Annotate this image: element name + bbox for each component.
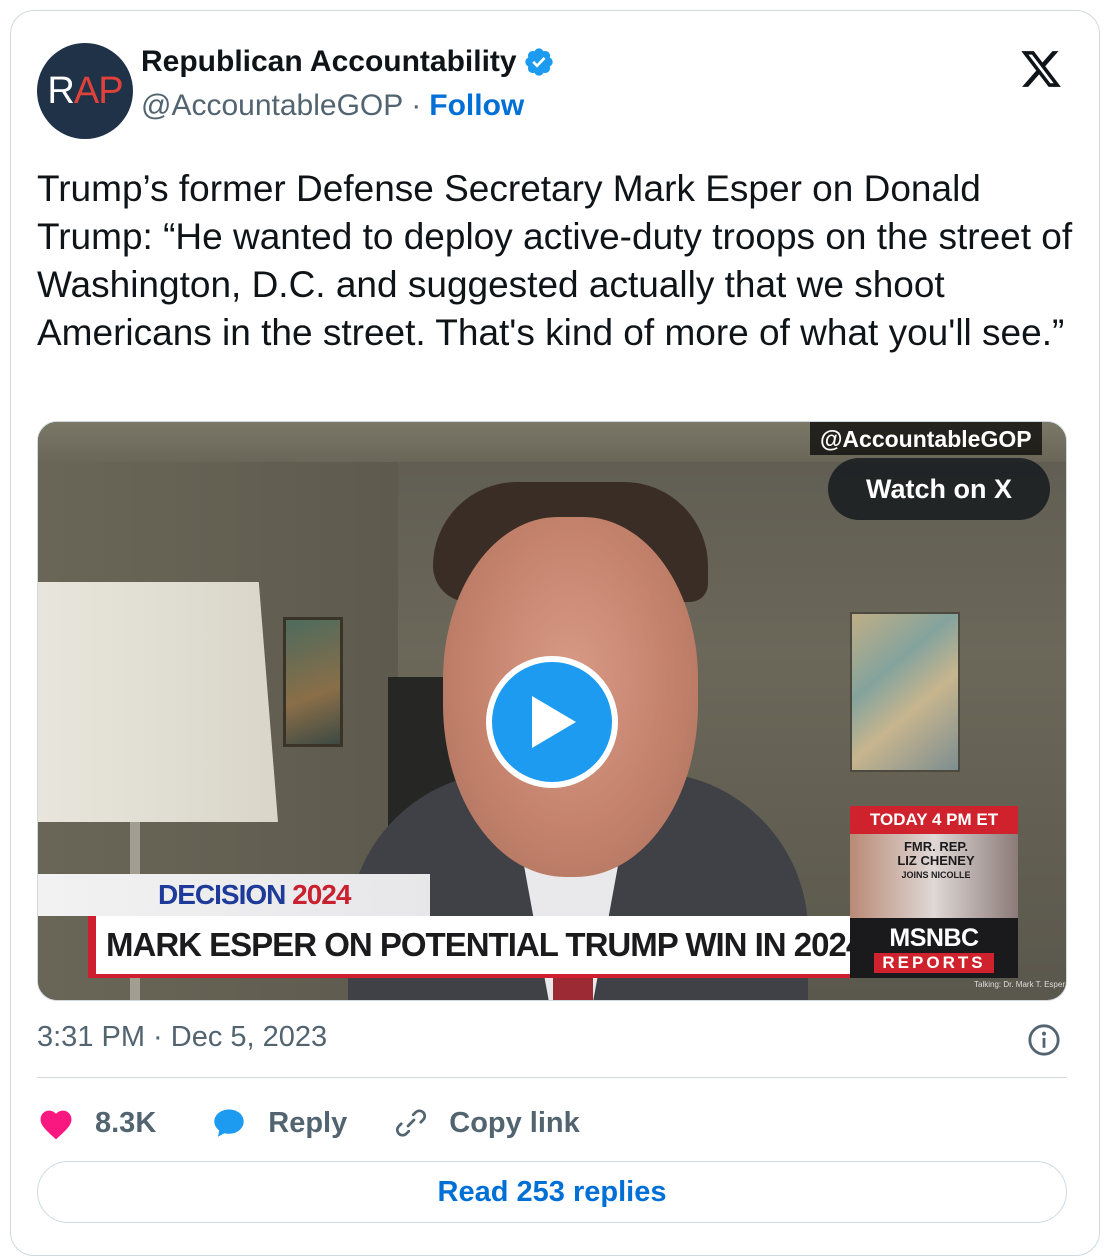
copy-link-label: Copy link xyxy=(449,1106,580,1139)
decision-label: DECISION 2024 xyxy=(158,879,351,910)
separator-dot: · xyxy=(411,89,422,122)
lower-third-headline: MARK ESPER ON POTENTIAL TRUMP WIN IN 202… xyxy=(88,916,868,978)
link-icon xyxy=(396,1109,427,1137)
headline-text: MARK ESPER ON POTENTIAL TRUMP WIN IN 202… xyxy=(106,926,864,963)
reply-bubble-icon xyxy=(214,1109,244,1137)
video-painting xyxy=(283,617,343,747)
x-logo-icon[interactable] xyxy=(1019,47,1063,91)
follow-link[interactable]: Follow xyxy=(429,89,524,123)
network-sub: REPORTS xyxy=(874,952,994,973)
network-name: MSNBC xyxy=(889,923,979,952)
avatar[interactable]: RAP xyxy=(37,43,133,139)
handle-row: @AccountableGOP · Follow xyxy=(141,89,524,123)
network-logo: MSNBC REPORTS xyxy=(850,918,1018,978)
video-lamp xyxy=(38,582,278,822)
display-name[interactable]: Republican Accountability xyxy=(141,45,517,79)
video-player[interactable]: DECISION 2024 MARK ESPER ON POTENTIAL TR… xyxy=(37,421,1067,1001)
handle[interactable]: @AccountableGOP xyxy=(141,89,403,123)
reply-button[interactable]: Reply xyxy=(210,1105,347,1141)
divider xyxy=(37,1077,1067,1078)
heart-icon xyxy=(40,1110,72,1140)
verified-badge-icon xyxy=(524,48,553,76)
action-bar: 8.3K Reply Copy link xyxy=(37,1099,580,1147)
tweet-text: Trump’s former Defense Secretary Mark Es… xyxy=(37,168,1073,353)
like-count: 8.3K xyxy=(95,1106,157,1139)
author-name-row: Republican Accountability xyxy=(141,45,555,79)
play-button[interactable] xyxy=(486,656,618,788)
promo-time: TODAY 4 PM ET xyxy=(850,806,1018,834)
promo-text: FMR. REP. LIZ CHENEY JOINS NICOLLE xyxy=(897,839,975,881)
info-icon[interactable] xyxy=(1027,1023,1061,1057)
like-button[interactable]: 8.3K xyxy=(37,1106,156,1140)
copy-link-button[interactable]: Copy link xyxy=(393,1105,580,1141)
play-icon xyxy=(532,696,576,748)
decision-banner: DECISION 2024 xyxy=(38,874,430,916)
talking-credit: Talking: Dr. Mark T. Esper xyxy=(974,980,1065,989)
video-watermark: @AccountableGOP xyxy=(810,422,1042,455)
watch-on-x-button[interactable]: Watch on X xyxy=(828,458,1050,520)
tweet-card: RAP Republican Accountability @Accountab… xyxy=(10,10,1100,1256)
read-replies-button[interactable]: Read 253 replies xyxy=(37,1161,1067,1223)
tweet-timestamp[interactable]: 3:31 PM · Dec 5, 2023 xyxy=(37,1021,327,1054)
reply-label: Reply xyxy=(268,1106,348,1139)
video-wall-art xyxy=(850,612,960,772)
avatar-logo-text: RAP xyxy=(47,69,123,112)
